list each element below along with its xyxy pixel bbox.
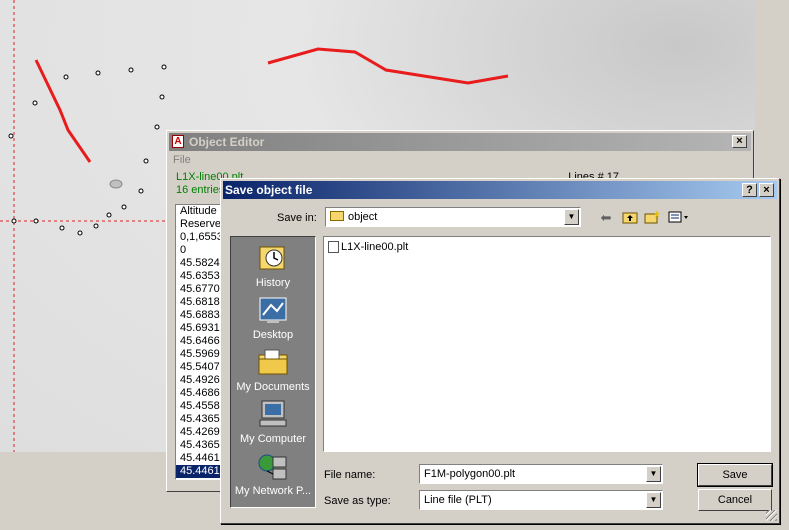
list-item[interactable]: 45.4365 [176, 439, 220, 452]
chevron-down-icon[interactable]: ▼ [646, 466, 661, 482]
vertex [93, 223, 99, 229]
file-item-name: L1X-line00.plt [341, 241, 409, 253]
vertex [121, 204, 127, 210]
file-item[interactable]: L1X-line00.plt [328, 241, 408, 255]
places-item-my-documents[interactable]: My Documents [231, 345, 315, 397]
history-icon [257, 243, 289, 273]
chevron-down-icon[interactable]: ▼ [564, 209, 579, 225]
places-item-label: My Network P... [234, 485, 312, 497]
places-item-label: My Documents [236, 381, 310, 393]
vertex [159, 94, 165, 100]
list-item[interactable]: 45.6883 [176, 309, 220, 322]
save-as-type-value: Line file (PLT) [424, 494, 492, 506]
places-item-history[interactable]: History [231, 241, 315, 293]
folder-icon [330, 211, 344, 221]
vertex [143, 158, 149, 164]
my-computer-icon [257, 399, 289, 429]
file-name-input[interactable]: F1M-polygon00.plt ▼ [419, 464, 663, 484]
list-item[interactable]: 45.6466 [176, 335, 220, 348]
vertex [138, 188, 144, 194]
vertex [8, 133, 14, 139]
menu-file[interactable]: File [173, 154, 191, 166]
vertex [161, 64, 167, 70]
list-item[interactable]: 45.5407 [176, 361, 220, 374]
save-in-select[interactable]: object ▼ [325, 207, 581, 227]
file-icon [328, 241, 339, 254]
track-line-left [34, 59, 92, 163]
list-item[interactable]: 45.6818 [176, 296, 220, 309]
object-editor-title: Object Editor [189, 135, 265, 149]
help-button[interactable]: ? [742, 183, 757, 197]
chevron-down-icon[interactable]: ▼ [646, 492, 661, 508]
list-item[interactable]: 45.4926 [176, 374, 220, 387]
up-folder-icon[interactable] [621, 210, 639, 226]
list-item[interactable]: 45.4558 [176, 400, 220, 413]
save-object-file-dialog: Save object file ? × Save in: object ▼ ⬅… [220, 178, 780, 524]
terrain-feature [109, 179, 123, 189]
dialog-close-button[interactable]: × [759, 183, 774, 197]
vertex [59, 225, 65, 231]
list-item[interactable]: 45.4686 [176, 387, 220, 400]
vertex [154, 124, 160, 130]
places-item-label: Desktop [252, 329, 294, 341]
dialog-titlebar[interactable]: Save object file ? × [223, 181, 777, 199]
places-bar: History Desktop My Documents My Computer My … [230, 236, 316, 508]
save-in-text: object [348, 211, 378, 223]
vertex [32, 100, 38, 106]
new-folder-icon[interactable] [643, 210, 661, 226]
list-item[interactable]: 0,1,6553 [176, 231, 220, 244]
cancel-button[interactable]: Cancel [698, 489, 772, 511]
polygon-vertices [8, 64, 167, 236]
list-item[interactable]: Altitude i [176, 205, 220, 218]
save-as-type-select[interactable]: Line file (PLT) ▼ [419, 490, 663, 510]
file-name-value: F1M-polygon00.plt [424, 468, 516, 480]
object-values-list[interactable]: Altitude i Reserve 0,1,6553 0 45.5824 45.6353… [175, 204, 221, 480]
list-item[interactable]: 45.4461 [176, 452, 220, 465]
my-network-places-icon [257, 451, 289, 481]
app-icon: A [172, 135, 184, 148]
vertex [95, 70, 101, 76]
list-item[interactable]: 0 [176, 244, 220, 257]
list-item[interactable]: 45.5824 [176, 257, 220, 270]
desktop-icon [257, 295, 289, 325]
vertex [128, 67, 134, 73]
object-editor-close-button[interactable]: × [732, 135, 747, 148]
places-item-my-network-p[interactable]: My Network P... [231, 449, 315, 501]
list-item[interactable]: 45.4365 [176, 413, 220, 426]
vertex [77, 230, 83, 236]
list-item[interactable]: 45.5969 [176, 348, 220, 361]
file-list[interactable]: L1X-line00.plt [323, 236, 771, 452]
save-button[interactable]: Save [697, 463, 773, 487]
resize-grip[interactable] [766, 510, 777, 521]
vertex [63, 74, 69, 80]
save-as-type-label: Save as type: [324, 495, 391, 507]
save-in-label: Save in: [277, 212, 317, 224]
list-item[interactable]: 45.6770 [176, 283, 220, 296]
vertex [106, 212, 112, 218]
places-item-label: My Computer [239, 433, 307, 445]
back-arrow-icon[interactable]: ⬅ [597, 210, 615, 226]
track-line-top [267, 47, 509, 85]
list-item[interactable]: 45.4269 [176, 426, 220, 439]
my-documents-icon [257, 347, 289, 377]
vertex [11, 218, 17, 224]
dialog-title: Save object file [225, 183, 313, 197]
places-item-my-computer[interactable]: My Computer [231, 397, 315, 449]
list-item[interactable]: 45.6931 [176, 322, 220, 335]
view-menu-icon[interactable] [667, 210, 691, 226]
places-item-label: History [255, 277, 291, 289]
file-name-label: File name: [324, 469, 376, 481]
save-in-value: object [330, 211, 377, 223]
vertex [33, 218, 39, 224]
object-editor-titlebar[interactable]: A Object Editor × [169, 133, 751, 151]
places-item-desktop[interactable]: Desktop [231, 293, 315, 345]
list-item[interactable]: Reserve [176, 218, 220, 231]
list-item[interactable]: 45.4461 [176, 465, 220, 478]
list-item[interactable]: 45.6353 [176, 270, 220, 283]
